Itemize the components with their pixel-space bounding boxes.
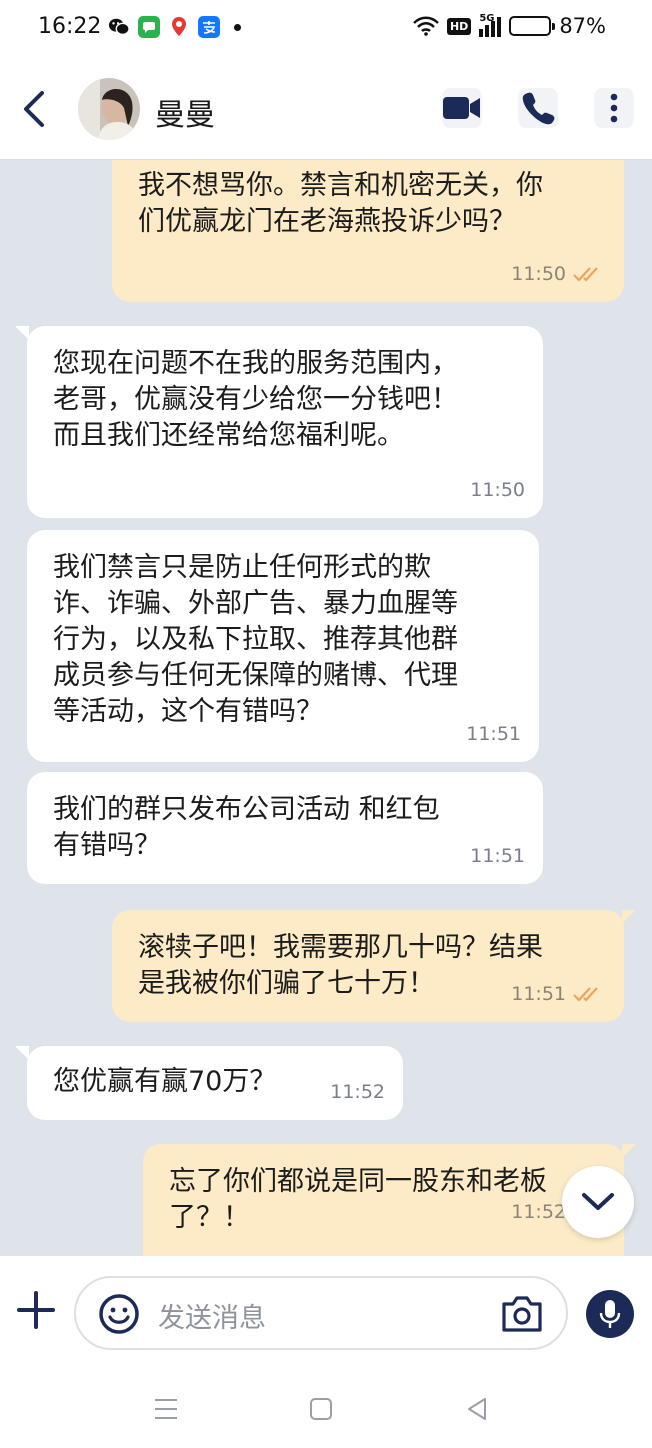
microphone-icon <box>599 1300 621 1328</box>
message-input[interactable]: 发送消息 <box>74 1276 568 1350</box>
message-list[interactable]: 我不想骂你。禁言和机密无关，你 们优赢龙门在老海燕投诉少吗？ 11:50 您现在… <box>0 160 652 1256</box>
message-bubble-outgoing[interactable]: 滚犊子吧！我需要那几十吗？结果 是我被你们骗了七十万！ 11:51 <box>112 910 636 1022</box>
more-notifications-dot <box>234 23 241 31</box>
battery-percent: 87% <box>559 14 606 38</box>
more-options-button[interactable] <box>594 88 634 128</box>
message-input-placeholder: 发送消息 <box>158 1303 266 1334</box>
message-bubble-incoming[interactable]: 我们禁言只是防止任何形式的欺 诈、诈骗、外部广告、暴力血腥等 行为，以及私下拉取… <box>27 530 539 762</box>
phone-call-icon <box>522 92 555 125</box>
message-bubble-incoming[interactable]: 您优赢有赢70万？ 11:52 <box>15 1046 403 1120</box>
messages-icon <box>138 16 160 38</box>
home-button[interactable] <box>306 1394 336 1424</box>
back-triangle-icon <box>468 1398 486 1420</box>
wechat-icon <box>108 16 130 38</box>
message-bubble-outgoing[interactable]: 我不想骂你。禁言和机密无关，你 们优赢龙门在老海燕投诉少吗？ 11:50 <box>112 160 624 302</box>
message-time: 11:50 <box>470 479 525 501</box>
message-text: 我不想骂你。禁言和机密无关，你 们优赢龙门在老海燕投诉少吗？ <box>138 170 543 237</box>
scroll-to-bottom-button[interactable] <box>562 1166 634 1238</box>
system-back-button[interactable] <box>462 1394 492 1424</box>
attach-button[interactable] <box>14 1288 58 1332</box>
maps-pin-icon <box>168 16 190 38</box>
message-text: 我们的群只发布公司活动 和红包 有错吗？ <box>53 794 440 861</box>
signal-indicator: 5G <box>479 13 502 37</box>
menu-lines-icon <box>155 1399 177 1419</box>
message-time: 11:51 <box>470 845 525 867</box>
emoji-icon[interactable] <box>98 1293 140 1335</box>
message-time: 11:52 <box>511 1201 566 1223</box>
message-text: 我们禁言只是防止任何形式的欺 诈、诈骗、外部广告、暴力血腥等 行为，以及私下拉取… <box>53 552 458 727</box>
recent-apps-button[interactable] <box>151 1394 181 1424</box>
composer-bar: 发送消息 <box>0 1256 652 1368</box>
video-call-button[interactable] <box>442 88 482 128</box>
message-time: 11:50 <box>511 263 566 285</box>
voice-record-button[interactable] <box>586 1290 634 1338</box>
message-time: 11:51 <box>511 983 566 1005</box>
message-time: 11:52 <box>330 1081 385 1103</box>
system-navigation-bar <box>0 1368 652 1448</box>
status-bar: 16:22 HD 5G 87% <box>0 0 652 60</box>
read-receipt-icon <box>573 267 598 282</box>
wifi-icon <box>413 16 439 36</box>
status-time: 16:22 <box>38 14 102 39</box>
contact-name[interactable]: 曼曼 <box>155 90 215 134</box>
back-arrow-icon <box>24 91 44 127</box>
read-receipt-icon <box>573 987 598 1002</box>
chat-header: 曼曼 <box>0 60 652 160</box>
back-button[interactable] <box>14 84 54 134</box>
alipay-icon <box>198 16 220 38</box>
network-type-label: 5G <box>479 13 495 24</box>
plus-icon <box>17 1291 55 1329</box>
chevron-down-icon <box>582 1193 614 1210</box>
hd-badge: HD <box>446 17 472 35</box>
system-indicators: HD 5G 87% <box>413 13 606 38</box>
battery-icon <box>509 16 556 36</box>
voice-call-button[interactable] <box>518 88 558 128</box>
contact-avatar[interactable] <box>78 78 140 140</box>
camera-icon[interactable] <box>500 1294 544 1334</box>
message-bubble-incoming[interactable]: 您现在问题不在我的服务范围内， 老哥，优赢没有少给您一分钱吧！ 而且我们还经常给… <box>15 326 543 518</box>
message-text: 您现在问题不在我的服务范围内， 老哥，优赢没有少给您一分钱吧！ 而且我们还经常给… <box>53 348 458 451</box>
message-time: 11:51 <box>466 723 521 745</box>
message-bubble-incoming[interactable]: 我们的群只发布公司活动 和红包 有错吗？ 11:51 <box>27 772 543 884</box>
more-vertical-icon <box>610 93 618 123</box>
message-bubble-outgoing[interactable]: 忘了你们都说是同一股东和老板 了？！ 11:52 <box>143 1144 636 1256</box>
home-square-icon <box>310 1398 332 1420</box>
video-call-icon <box>443 97 480 119</box>
notification-icons <box>108 16 241 38</box>
